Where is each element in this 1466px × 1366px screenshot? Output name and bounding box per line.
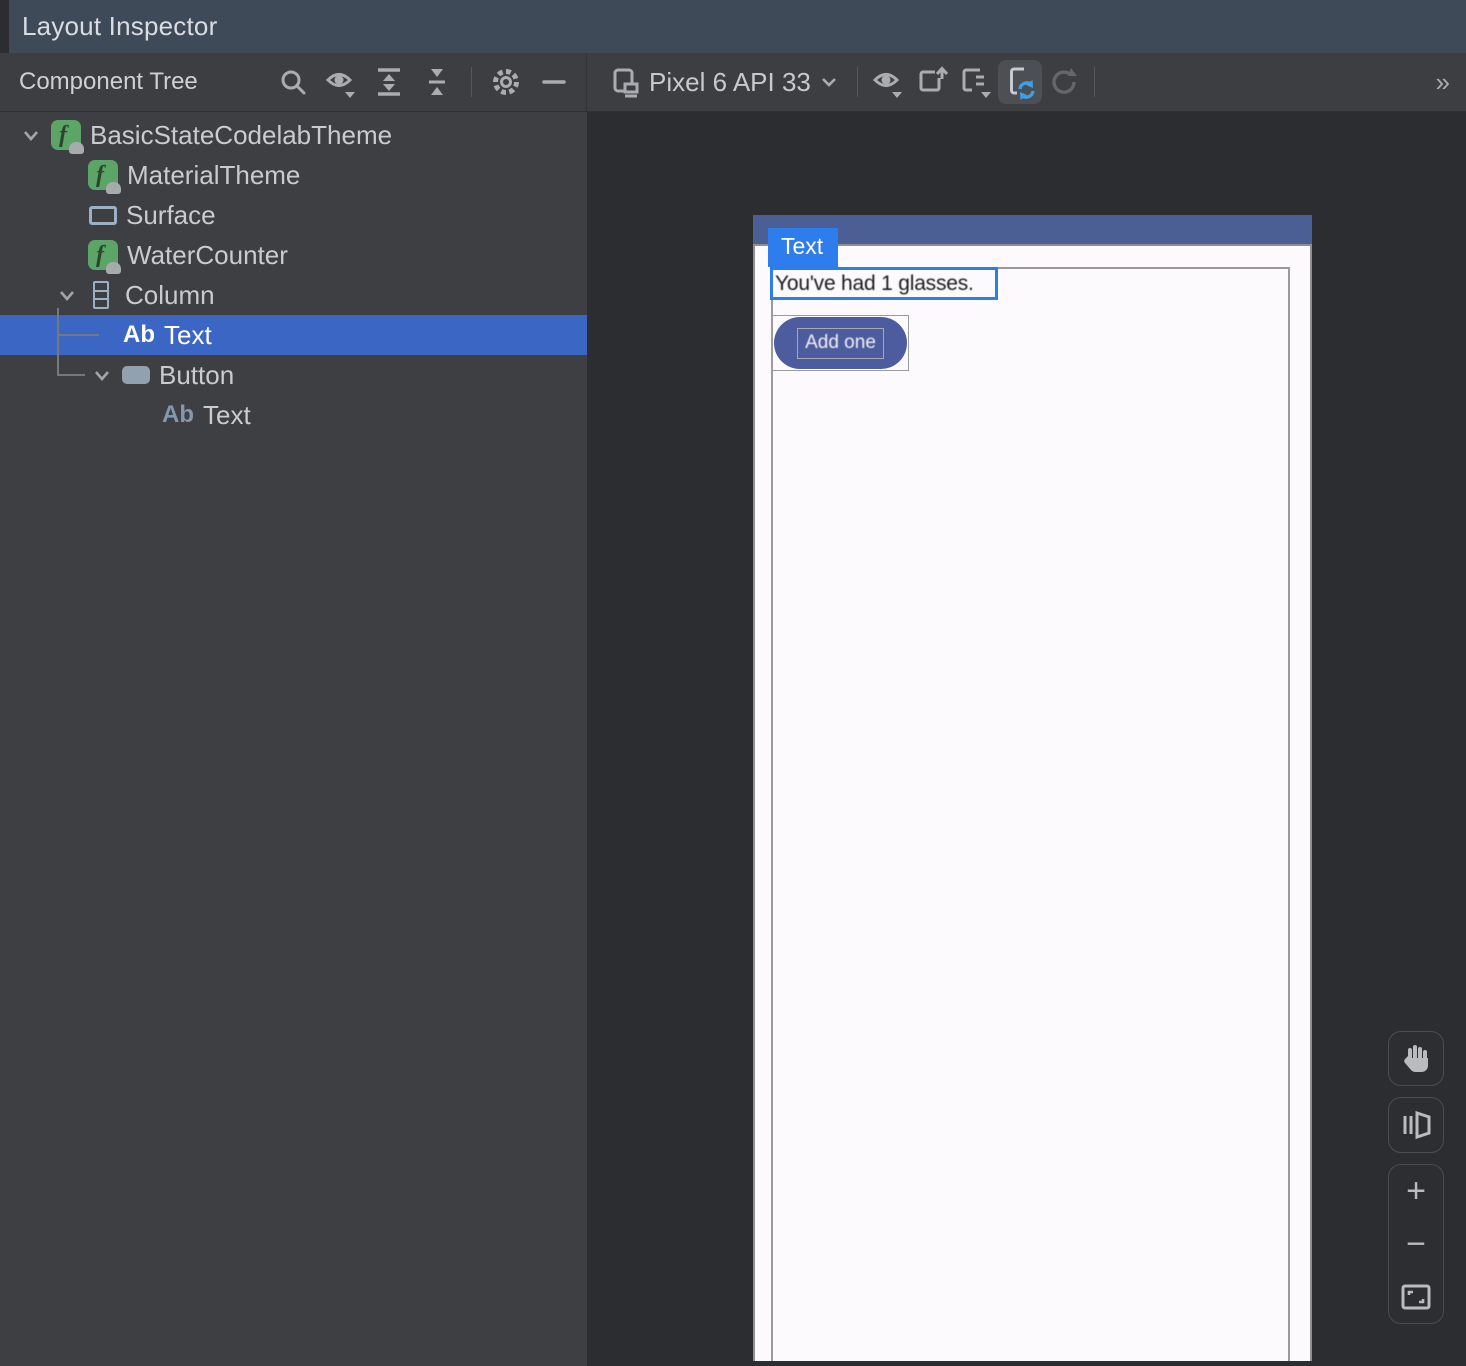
- component-tree-title: Component Tree: [19, 68, 198, 96]
- layer-options-button[interactable]: [954, 60, 998, 104]
- view-options-button[interactable]: [866, 60, 910, 104]
- layout-inspector-window: Layout Inspector Component Tree: [0, 0, 1466, 1366]
- tree-row-column[interactable]: Column: [0, 275, 587, 315]
- tree-row-text-child[interactable]: Ab Text: [0, 395, 587, 435]
- tree-connector-horizontal: [57, 374, 85, 376]
- collapse-all-button[interactable]: [415, 60, 459, 104]
- surface-icon: [89, 206, 117, 225]
- button-label-render-bounds: Add one: [797, 328, 884, 359]
- button-render-bounds: Add one: [772, 315, 909, 371]
- live-updates-icon: [1002, 64, 1038, 100]
- tree-row-basicstatecodelabtheme[interactable]: f BasicStateCodelabTheme: [0, 115, 587, 155]
- zoom-out-button[interactable]: −: [1388, 1218, 1444, 1271]
- visibility-options-icon: [324, 65, 358, 99]
- render-canvas[interactable]: Text You've had 1 glasses. Add one: [587, 112, 1466, 1366]
- refresh-icon: [1047, 65, 1081, 99]
- composable-icon: f: [51, 120, 81, 150]
- collapse-all-icon: [421, 66, 453, 98]
- tree-row-label: BasicStateCodelabTheme: [90, 120, 392, 151]
- add-one-button-label: Add one: [805, 332, 876, 353]
- tree-row-label: Text: [164, 320, 212, 351]
- zoom-to-fit-button[interactable]: [1388, 1270, 1444, 1323]
- surface-render-bounds: [771, 267, 1290, 1361]
- rotate-3d-mode-icon: [1399, 1109, 1433, 1141]
- titlebar-left-notch: [0, 0, 9, 53]
- chevron-expanded-icon[interactable]: [20, 124, 42, 146]
- expand-all-button[interactable]: [367, 60, 411, 104]
- chevron-expanded-icon[interactable]: [56, 284, 78, 306]
- tree-row-label: WaterCounter: [127, 240, 288, 271]
- text-ab-icon: Ab: [162, 401, 194, 429]
- refresh-button[interactable]: [1042, 60, 1086, 104]
- tree-row-label: MaterialTheme: [127, 160, 300, 191]
- tree-row-surface[interactable]: Surface: [0, 195, 587, 235]
- column-icon: [93, 281, 109, 309]
- tree-row-label: Text: [203, 400, 251, 431]
- toolbar-separator: [1094, 67, 1095, 97]
- 3d-mode-button[interactable]: [1388, 1097, 1444, 1153]
- device-selector[interactable]: Pixel 6 API 33: [601, 62, 849, 102]
- button-icon: [122, 366, 150, 384]
- view-options-eye-icon: [871, 65, 905, 99]
- export-snapshot-icon: [915, 65, 949, 99]
- settings-gear-icon: [489, 65, 523, 99]
- device-screen[interactable]: Text You've had 1 glasses. Add one: [753, 215, 1312, 1361]
- selected-text-element[interactable]: You've had 1 glasses.: [770, 267, 998, 300]
- tree-row-watercounter[interactable]: f WaterCounter: [0, 235, 587, 275]
- tree-row-label: Surface: [126, 200, 216, 231]
- settings-button[interactable]: [484, 60, 528, 104]
- tree-row-button[interactable]: Button: [0, 355, 587, 395]
- expand-all-icon: [373, 66, 405, 98]
- selection-label-badge: Text: [768, 228, 838, 267]
- toolbar-separator: [471, 67, 472, 97]
- tree-row-materialtheme[interactable]: f MaterialTheme: [0, 155, 587, 195]
- device-toolbar: Pixel 6 API 33: [587, 53, 1466, 111]
- zoom-in-button[interactable]: +: [1388, 1165, 1444, 1218]
- search-button[interactable]: [271, 60, 315, 104]
- pan-mode-button[interactable]: [1388, 1031, 1444, 1086]
- text-ab-icon: Ab: [123, 321, 155, 349]
- layer-tree-options-icon: [958, 65, 994, 99]
- composable-icon: f: [88, 160, 118, 190]
- window-title: Layout Inspector: [22, 11, 217, 42]
- export-snapshot-button[interactable]: [910, 60, 954, 104]
- pan-hand-icon: [1400, 1042, 1432, 1076]
- toolbar: Component Tree: [0, 53, 1466, 112]
- component-tree-header: Component Tree: [0, 53, 587, 111]
- tree-connector-horizontal: [57, 334, 99, 336]
- toolbar-overflow-button[interactable]: »: [1436, 69, 1450, 95]
- toolbar-separator: [857, 67, 858, 97]
- water-count-text: You've had 1 glasses.: [773, 272, 974, 296]
- hide-panel-button[interactable]: [532, 60, 576, 104]
- tree-visibility-options-button[interactable]: [319, 60, 363, 104]
- zoom-to-fit-icon: [1401, 1284, 1431, 1310]
- add-one-button[interactable]: Add one: [774, 317, 907, 369]
- tree-row-label: Button: [159, 360, 234, 391]
- chevron-down-icon: [819, 75, 839, 89]
- tree-connector-vertical: [57, 308, 59, 375]
- device-phone-icon: [611, 66, 641, 98]
- device-selector-label: Pixel 6 API 33: [649, 67, 811, 98]
- composable-icon: f: [88, 240, 118, 270]
- zoom-controls: + −: [1388, 1164, 1444, 1324]
- tree-row-label: Column: [125, 280, 215, 311]
- chevron-expanded-icon[interactable]: [91, 364, 113, 386]
- tool-window-titlebar: Layout Inspector: [0, 0, 1466, 53]
- search-icon: [278, 67, 308, 97]
- hide-panel-minus-icon: [539, 67, 569, 97]
- live-updates-toggle[interactable]: [998, 60, 1042, 104]
- component-tree-panel: f BasicStateCodelabTheme f MaterialTheme…: [0, 112, 587, 1366]
